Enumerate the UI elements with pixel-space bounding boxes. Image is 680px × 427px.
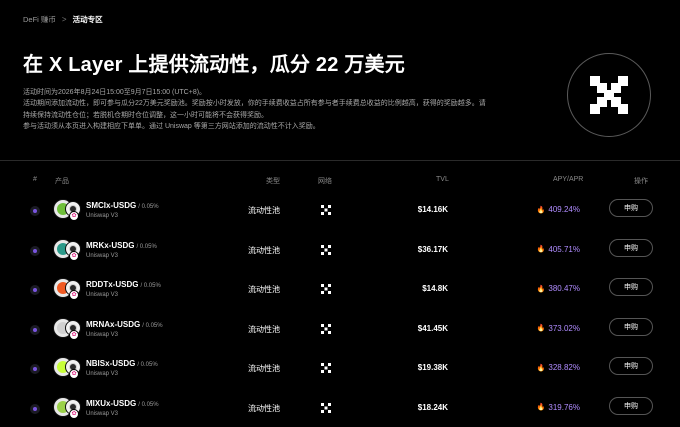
flame-icon: 🔥 xyxy=(536,404,546,411)
breadcrumb-current: 活动专区 xyxy=(72,15,103,24)
x-layer-network-icon xyxy=(321,323,331,334)
pair-name[interactable]: RDDTx-USDG/ 0.05% xyxy=(86,280,161,289)
breadcrumb-separator: > xyxy=(61,15,67,24)
pair-icons: ✿ xyxy=(53,317,83,340)
pair-name[interactable]: NBISx-USDG/ 0.05% xyxy=(86,359,158,368)
table-row[interactable]: ✿ MRKx-USDG/ 0.05% Uniswap V3 流动性池 $36.1… xyxy=(0,231,680,271)
table-row[interactable]: ✿ RDDTx-USDG/ 0.05% Uniswap V3 流动性池 $14.… xyxy=(0,270,680,310)
subscribe-button[interactable]: 申购 xyxy=(609,238,653,257)
campaign-rules-text-2: 持续保持流动性仓位；若脱机仓期时仓位调整，这一小时可能将不会获得奖励。 xyxy=(23,111,268,119)
tvl-value: $36.17K xyxy=(417,244,448,254)
apy-value: 🔥 319.76% xyxy=(536,402,580,412)
table-row[interactable]: ✿ MRNAx-USDG/ 0.05% Uniswap V3 流动性池 $41.… xyxy=(0,310,680,350)
subscribe-button[interactable]: 申购 xyxy=(609,357,653,375)
rank-icon xyxy=(30,285,40,295)
tvl-value: $14.8K xyxy=(422,284,448,293)
pair-name[interactable]: MRNAx-USDG/ 0.05% xyxy=(86,320,163,329)
rank-icon xyxy=(30,364,40,374)
pair-icons: ✿ xyxy=(53,396,83,419)
uniswap-badge-icon: ✿ xyxy=(69,290,79,300)
pool-type: 流动性池 xyxy=(248,245,280,255)
header-type[interactable]: 类型 xyxy=(266,176,280,186)
tvl-value: $18.24K xyxy=(417,402,448,412)
pool-type: 流动性池 xyxy=(248,403,280,413)
uniswap-badge-icon: ✿ xyxy=(69,369,79,379)
uniswap-badge-icon: ✿ xyxy=(69,250,79,261)
pair-icons: ✿ xyxy=(53,357,83,379)
rank-icon xyxy=(30,403,40,414)
campaign-description: 活动时间为2026年8月24日15:00至9月7日15:00 (UTC+8)。 … xyxy=(23,87,528,132)
pair-icons: ✿ xyxy=(53,278,83,300)
apy-value: 🔥 373.02% xyxy=(536,323,580,333)
pair-protocol: Uniswap V3 xyxy=(86,292,119,298)
page-title: 在 X Layer 上提供流动性，瓜分 22 万美元 xyxy=(23,54,405,76)
table-header: # 产品 类型 网络 TVL APY/APR 操作 xyxy=(0,174,680,188)
uniswap-badge-icon: ✿ xyxy=(69,408,79,419)
table-row[interactable]: ✿ NBISx-USDG/ 0.05% Uniswap V3 流动性池 $19.… xyxy=(0,349,680,389)
pair-name[interactable]: MIXUx-USDG/ 0.05% xyxy=(86,399,159,408)
pool-type: 流动性池 xyxy=(248,206,280,215)
rank-icon xyxy=(30,324,40,335)
uniswap-badge-icon: ✿ xyxy=(69,211,79,221)
pair-protocol: Uniswap V3 xyxy=(86,331,119,338)
pool-type: 流动性池 xyxy=(248,324,280,334)
x-layer-network-icon xyxy=(321,205,331,215)
x-layer-network-icon xyxy=(321,402,331,413)
header-network[interactable]: 网络 xyxy=(318,176,332,186)
header-product: 产品 xyxy=(55,178,69,185)
pair-protocol: Uniswap V3 xyxy=(86,410,119,417)
campaign-rules-text: 活动期间添加流动性，即可参与瓜分22万美元奖励池。奖励按小时发放，你的手续费收益… xyxy=(23,100,486,108)
table-row[interactable]: ✿ MIXUx-USDG/ 0.05% Uniswap V3 流动性池 $18.… xyxy=(0,389,680,427)
pool-type: 流动性池 xyxy=(248,364,280,373)
campaign-note-text: 参与活动须从本页进入构建相应下单单。通过 Uniswap 等第三方网站添加的流动… xyxy=(23,122,320,130)
pair-icons: ✿ xyxy=(53,199,83,221)
pair-name[interactable]: SMCIx-USDG/ 0.05% xyxy=(86,201,159,210)
breadcrumb: DeFi 赚币 > 活动专区 xyxy=(23,14,103,25)
flame-icon: 🔥 xyxy=(536,325,546,332)
pair-protocol: Uniswap V3 xyxy=(86,371,119,377)
section-divider xyxy=(0,160,680,161)
header-apy[interactable]: APY/APR xyxy=(553,176,583,183)
tvl-value: $19.38K xyxy=(417,363,448,372)
rank-icon xyxy=(30,245,40,256)
x-layer-network-icon xyxy=(321,244,331,255)
flame-icon: 🔥 xyxy=(536,364,546,372)
flame-icon: 🔥 xyxy=(536,285,546,293)
apy-value: 🔥 405.71% xyxy=(536,244,580,254)
header-tvl[interactable]: TVL xyxy=(436,176,449,183)
subscribe-button[interactable]: 申购 xyxy=(609,317,653,336)
flame-icon: 🔥 xyxy=(536,246,546,253)
apy-value: 🔥 380.47% xyxy=(536,284,580,293)
tvl-value: $14.16K xyxy=(417,205,448,214)
subscribe-button[interactable]: 申购 xyxy=(609,199,653,217)
pair-name[interactable]: MRKx-USDG/ 0.05% xyxy=(86,241,157,250)
x-layer-network-icon xyxy=(321,363,331,373)
uniswap-badge-icon: ✿ xyxy=(69,329,79,340)
pair-protocol: Uniswap V3 xyxy=(86,252,119,259)
subscribe-button[interactable]: 申购 xyxy=(609,396,653,415)
header-action: 操作 xyxy=(634,178,648,185)
flame-icon: 🔥 xyxy=(536,206,546,214)
pair-icons: ✿ xyxy=(53,238,83,261)
x-layer-logo-icon xyxy=(567,53,651,137)
table-row[interactable]: ✿ SMCIx-USDG/ 0.05% Uniswap V3 流动性池 $14.… xyxy=(0,191,680,231)
breadcrumb-defi-link[interactable]: DeFi 赚币 xyxy=(23,14,56,25)
subscribe-button[interactable]: 申购 xyxy=(609,278,653,296)
apy-value: 🔥 328.82% xyxy=(536,363,580,372)
x-layer-network-icon xyxy=(321,284,331,294)
campaign-period-text: 活动时间为2026年8月24日15:00至9月7日15:00 (UTC+8)。 xyxy=(23,89,207,96)
pool-type: 流动性池 xyxy=(248,285,280,294)
pair-protocol: Uniswap V3 xyxy=(86,213,119,219)
header-rank: # xyxy=(33,176,37,183)
rank-icon xyxy=(30,206,40,216)
tvl-value: $41.45K xyxy=(417,323,448,333)
apy-value: 🔥 409.24% xyxy=(536,205,580,214)
